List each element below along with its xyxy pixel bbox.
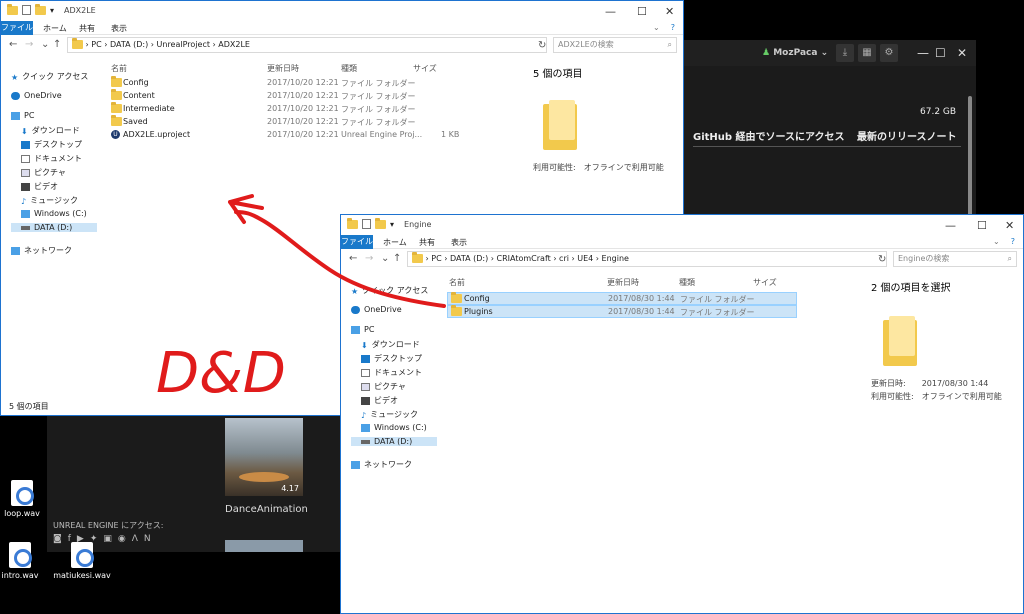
dd-label: D&D (156, 341, 286, 406)
drag-drop-annotation: D&D (156, 194, 446, 406)
drag-arrow (234, 210, 446, 308)
